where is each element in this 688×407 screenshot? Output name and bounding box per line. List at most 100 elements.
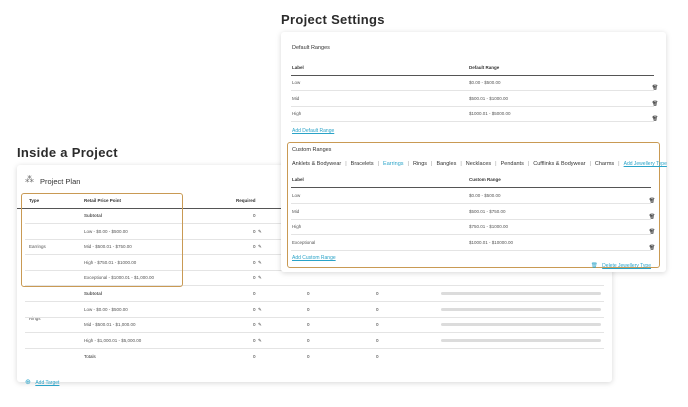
range-label: Mid — [292, 208, 300, 214]
col-label-custom: Label — [292, 177, 304, 182]
custom-range-row: Low $0.00 - $500.00 ✎ 🗑 — [291, 188, 655, 204]
pencil-icon[interactable]: ✎ — [258, 229, 262, 235]
pencil-icon[interactable]: ✎ — [258, 307, 262, 313]
col2-value: 0 — [307, 306, 310, 312]
progress-bar — [441, 323, 601, 326]
tab-necklaces[interactable]: Necklaces — [466, 161, 491, 167]
required-value: 0 — [253, 337, 256, 343]
tab-earrings[interactable]: Earrings — [383, 161, 403, 167]
col3-value: 0 — [376, 337, 379, 343]
project-plan-title: Project Plan — [40, 177, 81, 186]
price-point-label: Mid - $500.01 - $1,000.00 — [84, 322, 136, 327]
pencil-icon[interactable]: ✎ — [258, 338, 262, 344]
plan-row: Subtotal 0 0 0 — [25, 286, 604, 302]
totals-c2: 0 — [307, 354, 310, 359]
add-custom-range-link[interactable]: Add Custom Range — [292, 255, 336, 261]
range-value: $1000.01 - $5000.00 — [469, 111, 511, 116]
custom-range-row: High $750.01 - $1000.00 ✎ 🗑 — [291, 219, 655, 235]
tab-separator: | — [495, 161, 497, 167]
required-value: 0 — [253, 213, 256, 218]
range-label: Exceptional — [292, 239, 316, 245]
tab-rings[interactable]: Rings — [413, 161, 427, 167]
plan-row: Low - $0.00 - $500.00 0 ✎ 0 0 — [25, 302, 604, 318]
tab-charms[interactable]: Charms — [595, 161, 614, 167]
default-range-row: Low $0.00 - $500.00 ✎ 🗑 — [291, 75, 658, 91]
tab-separator: | — [377, 161, 380, 167]
default-range-row: Mid $500.01 - $1000.00 ✎ 🗑 — [291, 91, 658, 107]
col2-value: 0 — [307, 291, 310, 296]
plus-circle-icon: ⊕ — [25, 379, 31, 386]
required-value: 0 — [253, 306, 256, 312]
range-value: $750.01 - $1000.00 — [469, 224, 509, 229]
pencil-icon[interactable]: ✎ — [258, 322, 262, 328]
totals-required: 0 — [253, 354, 256, 359]
required-value: 0 — [253, 244, 256, 249]
col3-value: 0 — [376, 322, 379, 327]
range-value: $500.01 - $750.00 — [469, 208, 506, 214]
range-value: $0.00 - $500.00 — [469, 80, 501, 85]
col2-value: 0 — [307, 337, 310, 343]
tab-cufflinks-bodywear[interactable]: Cufflinks & Bodywear — [533, 161, 585, 167]
col-custom-range: Custom Range — [469, 177, 501, 182]
custom-header-row: Label Custom Range — [291, 172, 651, 188]
required-value: 0 — [253, 228, 256, 234]
progress-bar — [441, 338, 601, 342]
delete-jewellery-type-link[interactable]: 🗑 Delete Jewellery Type — [591, 254, 651, 272]
range-value: $1000.01 - $10000.00 — [469, 239, 514, 245]
range-value: $0.00 - $500.00 — [469, 193, 501, 198]
tab-separator: | — [407, 161, 409, 167]
default-header-row: Label Default Range — [291, 60, 654, 76]
pencil-icon[interactable]: ✎ — [258, 260, 262, 266]
col3-value: 0 — [376, 306, 379, 312]
progress-bar — [441, 307, 601, 311]
nodes-icon: ⁂ — [25, 174, 34, 184]
tab-pendants[interactable]: Pendants — [501, 161, 524, 167]
trash-icon[interactable]: 🗑 — [649, 245, 657, 251]
required-value: 0 — [253, 259, 256, 265]
plan-row: Mid - $500.01 - $1,000.00 0 ✎ 0 0 — [25, 317, 604, 333]
col-required: Required — [236, 198, 256, 203]
tab-bangles[interactable]: Bangles — [436, 161, 456, 167]
plan-row: High - $1,000.01 - $5,000.00 0 ✎ 0 0 — [25, 333, 604, 349]
add-target-label: Add Target — [35, 380, 60, 386]
required-value: 0 — [253, 291, 256, 296]
pencil-icon[interactable]: ✎ — [258, 275, 262, 281]
tab-separator: | — [618, 161, 620, 167]
range-label: High — [292, 111, 302, 116]
totals-row: Totals 0 0 0 — [17, 349, 612, 364]
tab-separator: | — [431, 161, 433, 167]
trash-icon[interactable]: 🗑 — [652, 116, 660, 122]
trash-icon: 🗑 — [590, 263, 598, 269]
delete-jewellery-type-label: Delete Jewellery Type — [602, 263, 651, 269]
range-label: Low — [292, 80, 301, 85]
add-jewellery-type-link[interactable]: Add Jewellery Type — [624, 161, 667, 167]
tab-bracelets[interactable]: Bracelets — [351, 161, 374, 167]
add-target-link[interactable]: ⊕ Add Target — [25, 371, 59, 389]
custom-ranges-box: Custom Ranges Anklets & Bodywear | Bracele… — [287, 142, 667, 269]
col3-value: 0 — [376, 291, 379, 296]
custom-ranges-title: Custom Ranges — [292, 147, 332, 153]
default-ranges-title: Default Ranges — [292, 45, 330, 51]
project-settings-heading: Project Settings — [281, 12, 385, 27]
price-point-label: Low - $0.00 - $500.00 — [84, 306, 128, 312]
tab-separator: | — [460, 161, 462, 167]
progress-bar — [441, 292, 601, 295]
required-value: 0 — [253, 275, 256, 280]
default-range-row: High $1000.01 - $5000.00 ✎ 🗑 — [291, 106, 658, 122]
inside-project-heading: Inside a Project — [17, 145, 118, 160]
range-label: High — [292, 224, 302, 229]
col-default-range: Default Range — [469, 65, 500, 70]
range-label: Low — [292, 193, 301, 198]
tab-separator: | — [589, 161, 591, 167]
tab-separator: | — [527, 161, 530, 167]
range-value: $500.01 - $1000.00 — [469, 95, 509, 101]
tab-separator: | — [345, 161, 347, 167]
totals-label: Totals — [84, 354, 96, 359]
tab-anklets-bodywear[interactable]: Anklets & Bodywear — [292, 161, 341, 167]
price-point-label: Subtotal — [84, 291, 102, 296]
jewellery-type-tabs: Anklets & Bodywear | Bracelets | Earrings | Ri… — [292, 161, 667, 167]
pencil-icon[interactable]: ✎ — [258, 244, 262, 250]
add-default-range-link[interactable]: Add Default Range — [292, 128, 334, 134]
custom-range-row: Exceptional $1000.01 - $10000.00 ✎ 🗑 — [291, 235, 655, 251]
custom-range-row: Mid $500.01 - $750.00 ✎ 🗑 — [291, 204, 655, 220]
